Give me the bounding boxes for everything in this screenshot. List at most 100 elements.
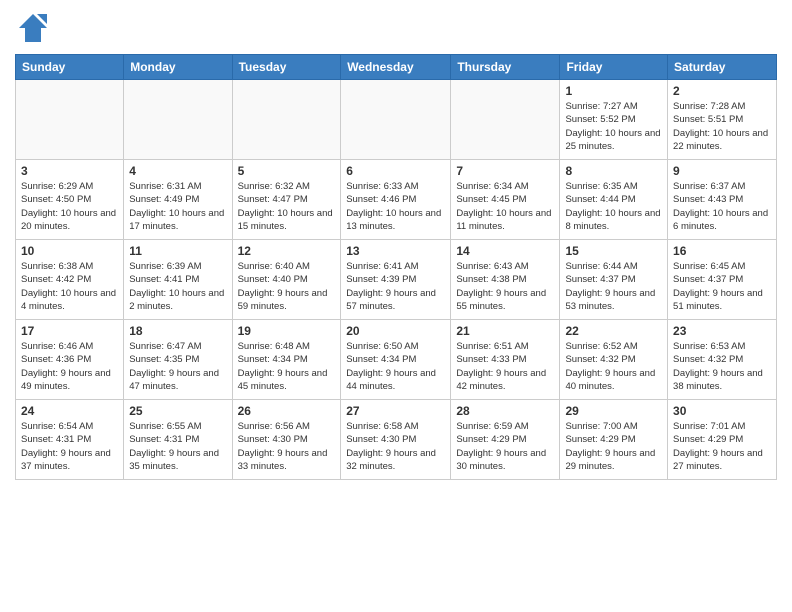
weekday-header: Thursday bbox=[451, 55, 560, 80]
calendar-cell: 12Sunrise: 6:40 AM Sunset: 4:40 PM Dayli… bbox=[232, 240, 341, 320]
weekday-header: Sunday bbox=[16, 55, 124, 80]
day-info: Sunrise: 6:33 AM Sunset: 4:46 PM Dayligh… bbox=[346, 180, 445, 233]
calendar-week-row: 17 Sunrise: 6:46 AM Sunset: 4:36 PM Dayli… bbox=[16, 320, 777, 400]
day-info: Sunrise: 6:52 AM Sunset: 4:32 PM Dayligh… bbox=[565, 340, 662, 393]
weekday-header: Tuesday bbox=[232, 55, 341, 80]
day-info: Sunrise: 6:50 AM Sunset: 4:34 PM Dayligh… bbox=[346, 340, 445, 393]
day-info: Sunrise: 6:53 AM Sunset: 4:32 PM Dayligh… bbox=[673, 340, 771, 393]
calendar-cell: 8 Sunrise: 6:35 AM Sunset: 4:44 PM Daylig… bbox=[560, 160, 668, 240]
day-number: 14 bbox=[456, 244, 554, 258]
calendar-cell: 15 Sunrise: 6:44 AM Sunset: 4:37 PM Dayli… bbox=[560, 240, 668, 320]
day-number: 27 bbox=[346, 404, 445, 418]
day-number: 5 bbox=[238, 164, 336, 178]
day-info: Sunrise: 6:45 AM Sunset: 4:37 PM Dayligh… bbox=[673, 260, 771, 313]
day-number: 24 bbox=[21, 404, 118, 418]
page-container: SundayMondayTuesdayWednesdayThursdayFrid… bbox=[0, 0, 792, 490]
calendar-cell: 28Sunrise: 6:59 AM Sunset: 4:29 PM Dayli… bbox=[451, 400, 560, 480]
day-info: Sunrise: 7:27 AM Sunset: 5:52 PM Dayligh… bbox=[565, 100, 662, 153]
calendar-cell: 6Sunrise: 6:33 AM Sunset: 4:46 PM Daylig… bbox=[341, 160, 451, 240]
calendar-cell: 5 Sunrise: 6:32 AM Sunset: 4:47 PM Daylig… bbox=[232, 160, 341, 240]
weekday-header: Friday bbox=[560, 55, 668, 80]
calendar-cell: 23 Sunrise: 6:53 AM Sunset: 4:32 PM Dayli… bbox=[668, 320, 777, 400]
day-info: Sunrise: 6:40 AM Sunset: 4:40 PM Dayligh… bbox=[238, 260, 336, 313]
day-info: Sunrise: 6:55 AM Sunset: 4:31 PM Dayligh… bbox=[129, 420, 226, 473]
day-info: Sunrise: 6:44 AM Sunset: 4:37 PM Dayligh… bbox=[565, 260, 662, 313]
day-info: Sunrise: 6:46 AM Sunset: 4:36 PM Dayligh… bbox=[21, 340, 118, 393]
day-info: Sunrise: 7:00 AM Sunset: 4:29 PM Dayligh… bbox=[565, 420, 662, 473]
calendar-cell: 29 Sunrise: 7:00 AM Sunset: 4:29 PM Dayli… bbox=[560, 400, 668, 480]
logo-icon bbox=[15, 10, 51, 46]
calendar-cell: 1 Sunrise: 7:27 AM Sunset: 5:52 PM Daylig… bbox=[560, 80, 668, 160]
day-number: 2 bbox=[673, 84, 771, 98]
calendar-week-row: 1 Sunrise: 7:27 AM Sunset: 5:52 PM Daylig… bbox=[16, 80, 777, 160]
calendar-table: SundayMondayTuesdayWednesdayThursdayFrid… bbox=[15, 54, 777, 480]
calendar-header-row: SundayMondayTuesdayWednesdayThursdayFrid… bbox=[16, 55, 777, 80]
day-number: 17 bbox=[21, 324, 118, 338]
calendar-cell: 24 Sunrise: 6:54 AM Sunset: 4:31 PM Dayli… bbox=[16, 400, 124, 480]
day-number: 20 bbox=[346, 324, 445, 338]
calendar-week-row: 3 Sunrise: 6:29 AM Sunset: 4:50 PM Daylig… bbox=[16, 160, 777, 240]
day-number: 13 bbox=[346, 244, 445, 258]
page-header bbox=[15, 10, 777, 46]
calendar-cell bbox=[451, 80, 560, 160]
day-info: Sunrise: 6:31 AM Sunset: 4:49 PM Dayligh… bbox=[129, 180, 226, 233]
calendar-cell: 16 Sunrise: 6:45 AM Sunset: 4:37 PM Dayli… bbox=[668, 240, 777, 320]
calendar-cell: 19 Sunrise: 6:48 AM Sunset: 4:34 PM Dayli… bbox=[232, 320, 341, 400]
day-number: 9 bbox=[673, 164, 771, 178]
day-number: 10 bbox=[21, 244, 118, 258]
day-info: Sunrise: 6:29 AM Sunset: 4:50 PM Dayligh… bbox=[21, 180, 118, 233]
day-number: 19 bbox=[238, 324, 336, 338]
day-info: Sunrise: 7:28 AM Sunset: 5:51 PM Dayligh… bbox=[673, 100, 771, 153]
day-number: 3 bbox=[21, 164, 118, 178]
day-number: 26 bbox=[238, 404, 336, 418]
calendar-cell: 11Sunrise: 6:39 AM Sunset: 4:41 PM Dayli… bbox=[124, 240, 232, 320]
calendar-week-row: 10 Sunrise: 6:38 AM Sunset: 4:42 PM Dayli… bbox=[16, 240, 777, 320]
day-number: 11 bbox=[129, 244, 226, 258]
calendar-cell: 26Sunrise: 6:56 AM Sunset: 4:30 PM Dayli… bbox=[232, 400, 341, 480]
day-info: Sunrise: 6:35 AM Sunset: 4:44 PM Dayligh… bbox=[565, 180, 662, 233]
day-number: 15 bbox=[565, 244, 662, 258]
day-number: 18 bbox=[129, 324, 226, 338]
day-number: 21 bbox=[456, 324, 554, 338]
calendar-cell: 30Sunrise: 7:01 AM Sunset: 4:29 PM Dayli… bbox=[668, 400, 777, 480]
day-number: 30 bbox=[673, 404, 771, 418]
calendar-cell: 27 Sunrise: 6:58 AM Sunset: 4:30 PM Dayli… bbox=[341, 400, 451, 480]
day-info: Sunrise: 6:51 AM Sunset: 4:33 PM Dayligh… bbox=[456, 340, 554, 393]
calendar-cell: 21 Sunrise: 6:51 AM Sunset: 4:33 PM Dayli… bbox=[451, 320, 560, 400]
day-number: 8 bbox=[565, 164, 662, 178]
day-info: Sunrise: 6:54 AM Sunset: 4:31 PM Dayligh… bbox=[21, 420, 118, 473]
day-info: Sunrise: 6:58 AM Sunset: 4:30 PM Dayligh… bbox=[346, 420, 445, 473]
weekday-header: Wednesday bbox=[341, 55, 451, 80]
calendar-cell: 4 Sunrise: 6:31 AM Sunset: 4:49 PM Daylig… bbox=[124, 160, 232, 240]
day-info: Sunrise: 6:41 AM Sunset: 4:39 PM Dayligh… bbox=[346, 260, 445, 313]
day-number: 28 bbox=[456, 404, 554, 418]
day-number: 4 bbox=[129, 164, 226, 178]
weekday-header: Monday bbox=[124, 55, 232, 80]
calendar-cell bbox=[124, 80, 232, 160]
logo bbox=[15, 10, 55, 46]
day-info: Sunrise: 6:43 AM Sunset: 4:38 PM Dayligh… bbox=[456, 260, 554, 313]
day-info: Sunrise: 6:32 AM Sunset: 4:47 PM Dayligh… bbox=[238, 180, 336, 233]
calendar-cell: 22 Sunrise: 6:52 AM Sunset: 4:32 PM Dayli… bbox=[560, 320, 668, 400]
day-info: Sunrise: 6:48 AM Sunset: 4:34 PM Dayligh… bbox=[238, 340, 336, 393]
day-number: 29 bbox=[565, 404, 662, 418]
calendar-week-row: 24 Sunrise: 6:54 AM Sunset: 4:31 PM Dayli… bbox=[16, 400, 777, 480]
day-info: Sunrise: 6:38 AM Sunset: 4:42 PM Dayligh… bbox=[21, 260, 118, 313]
day-info: Sunrise: 6:34 AM Sunset: 4:45 PM Dayligh… bbox=[456, 180, 554, 233]
day-number: 1 bbox=[565, 84, 662, 98]
day-number: 16 bbox=[673, 244, 771, 258]
weekday-header: Saturday bbox=[668, 55, 777, 80]
day-number: 25 bbox=[129, 404, 226, 418]
calendar-cell: 25 Sunrise: 6:55 AM Sunset: 4:31 PM Dayli… bbox=[124, 400, 232, 480]
calendar-cell: 20 Sunrise: 6:50 AM Sunset: 4:34 PM Dayli… bbox=[341, 320, 451, 400]
calendar-cell: 17 Sunrise: 6:46 AM Sunset: 4:36 PM Dayli… bbox=[16, 320, 124, 400]
day-info: Sunrise: 6:47 AM Sunset: 4:35 PM Dayligh… bbox=[129, 340, 226, 393]
day-number: 23 bbox=[673, 324, 771, 338]
day-number: 22 bbox=[565, 324, 662, 338]
calendar-cell: 13 Sunrise: 6:41 AM Sunset: 4:39 PM Dayli… bbox=[341, 240, 451, 320]
calendar-cell: 18 Sunrise: 6:47 AM Sunset: 4:35 PM Dayli… bbox=[124, 320, 232, 400]
calendar-cell: 9Sunrise: 6:37 AM Sunset: 4:43 PM Daylig… bbox=[668, 160, 777, 240]
calendar-cell: 2 Sunrise: 7:28 AM Sunset: 5:51 PM Daylig… bbox=[668, 80, 777, 160]
calendar-cell: 10 Sunrise: 6:38 AM Sunset: 4:42 PM Dayli… bbox=[16, 240, 124, 320]
day-number: 7 bbox=[456, 164, 554, 178]
